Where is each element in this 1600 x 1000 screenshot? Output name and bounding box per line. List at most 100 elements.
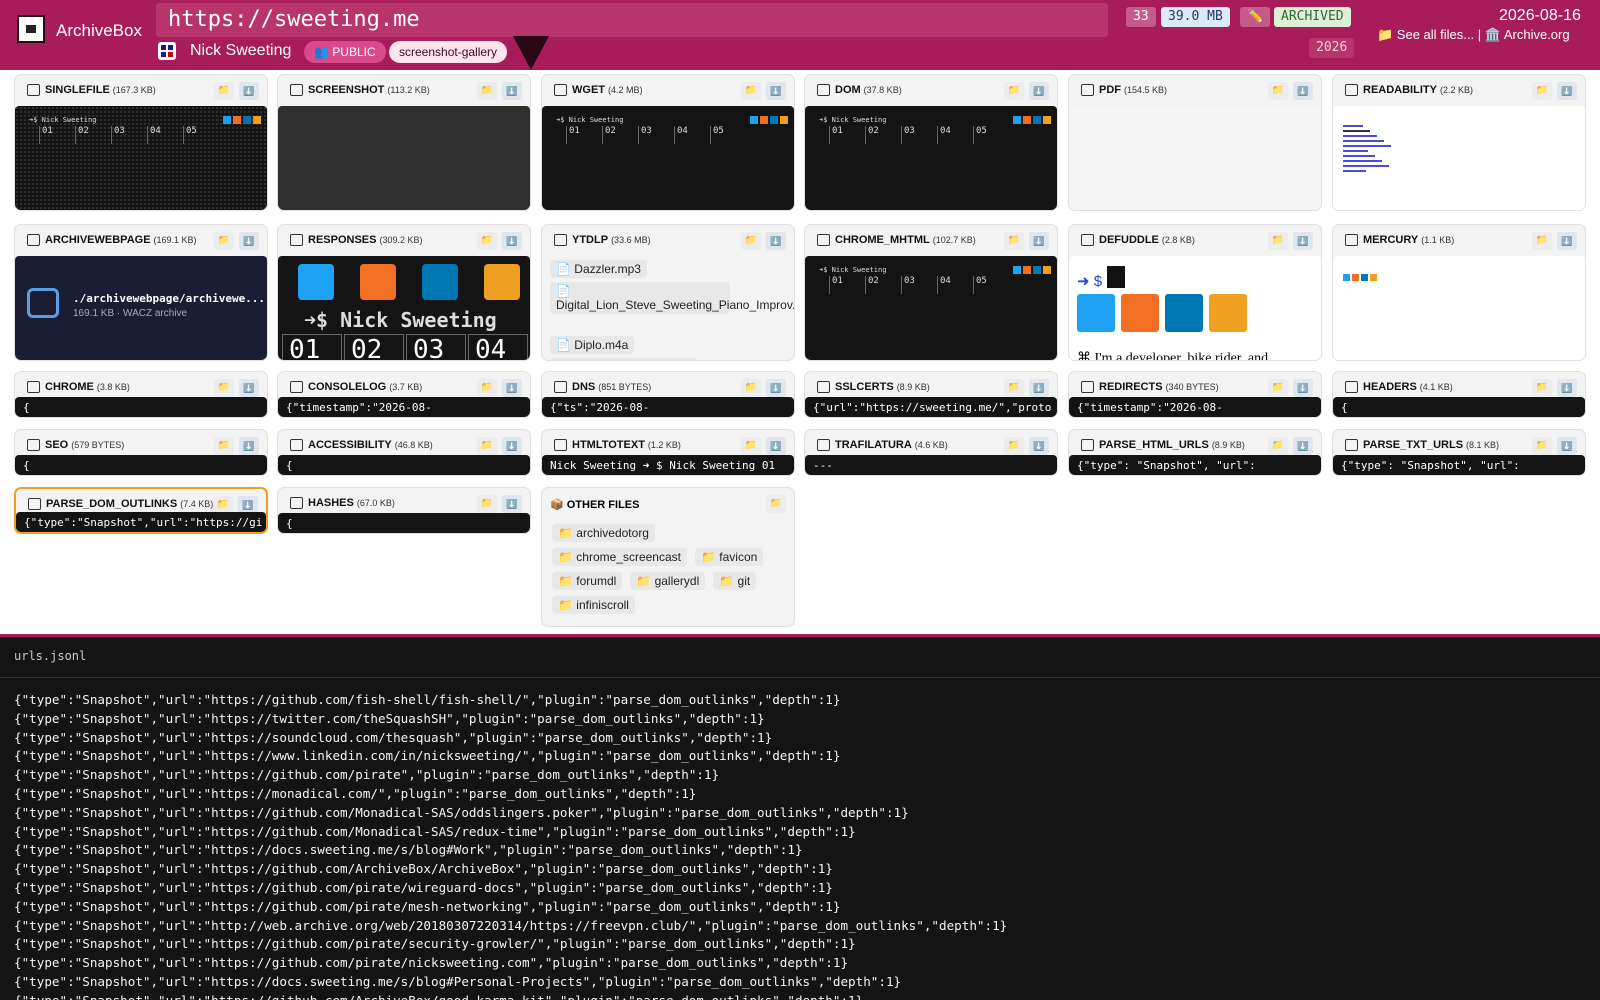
card-archivewebpage[interactable]: ARCHIVEWEBPAGE(169.1 KB) ./archivewebpage… bbox=[14, 224, 268, 361]
download-button[interactable] bbox=[502, 232, 522, 250]
folder-chip[interactable]: 📁 git bbox=[713, 572, 757, 590]
card-wget[interactable]: WGET(4.2 MB) ➜$ Nick Sweeting 01 02 03 04 05 bbox=[541, 74, 795, 211]
viewer-content[interactable]: {"type":"Snapshot","url":"https://github… bbox=[14, 691, 1007, 1000]
terminal-preview[interactable]: { bbox=[15, 455, 267, 475]
card-parse_html_urls[interactable]: PARSE_HTML_URLS(8.9 KB) {"type": "Snapsho… bbox=[1068, 429, 1322, 476]
card-parse_dom_outlinks[interactable]: PARSE_DOM_OUTLINKS(7.4 KB) {"type":"Snaps… bbox=[14, 487, 268, 534]
card-chrome[interactable]: CHROME(3.8 KB) { bbox=[14, 371, 268, 418]
open-folder-button[interactable] bbox=[477, 437, 497, 455]
brand-name[interactable]: ArchiveBox bbox=[56, 21, 142, 41]
download-button[interactable] bbox=[1293, 82, 1313, 100]
card-ytdlp[interactable]: YTDLP(33.6 MB) 📄 Dazzler.mp3 📄 Digital_Lio… bbox=[541, 224, 795, 361]
download-button[interactable] bbox=[766, 232, 786, 250]
open-folder-button[interactable] bbox=[1004, 379, 1024, 397]
file-chip[interactable]: 📄 Digital_Lion_Steve_Sweeting_Piano_Impr… bbox=[550, 282, 794, 314]
terminal-preview[interactable]: {"ts":"2026-08- bbox=[542, 397, 794, 417]
card-dom[interactable]: DOM(37.8 KB) ➜$ Nick Sweeting 01 02 03 04 05 bbox=[804, 74, 1058, 211]
open-folder-button[interactable] bbox=[477, 82, 497, 100]
card-preview[interactable]: ➜$ Nick Sweeting 01 02 03 04 05 bbox=[805, 106, 1057, 210]
terminal-preview[interactable]: { bbox=[15, 397, 267, 417]
card-responses[interactable]: RESPONSES(309.2 KB)➜$ Nick Sweeting01020… bbox=[277, 224, 531, 361]
download-button[interactable] bbox=[502, 495, 522, 513]
card-singlefile[interactable]: SINGLEFILE(167.3 KB) ➜$ Nick Sweeting 01 02… bbox=[14, 74, 268, 211]
terminal-preview[interactable]: {"type": "Snapshot", "url": bbox=[1333, 455, 1585, 475]
card-readability[interactable]: READABILITY (2.2 KB) bbox=[1332, 74, 1586, 211]
folder-chip[interactable]: 📁 gallerydl bbox=[630, 572, 706, 590]
open-folder-button[interactable] bbox=[1004, 82, 1024, 100]
file-chip[interactable]: 📄 Diplo.m4a bbox=[550, 336, 635, 354]
download-button[interactable] bbox=[239, 437, 259, 455]
open-folder-button[interactable] bbox=[1004, 232, 1024, 250]
terminal-preview[interactable]: {"type":"Snapshot","url":"https://gi bbox=[16, 512, 266, 532]
card-preview[interactable]: ➜$ Nick Sweeting 01 02 03 04 05 bbox=[805, 256, 1057, 360]
terminal-preview[interactable]: Nick Sweeting ➜ $ Nick Sweeting 01 bbox=[542, 455, 794, 475]
folder-chip[interactable]: 📁 forumdl bbox=[552, 572, 623, 590]
download-button[interactable] bbox=[1557, 379, 1577, 397]
open-folder-button[interactable] bbox=[741, 379, 761, 397]
card-preview[interactable]: ➜ $ ⌘ I'm a developer, bike rider, and bbox=[1069, 256, 1321, 360]
open-folder-button[interactable] bbox=[1532, 82, 1552, 100]
see-all-files-link[interactable]: 📁 See all files... bbox=[1377, 27, 1474, 42]
card-preview[interactable] bbox=[1333, 106, 1585, 210]
download-button[interactable] bbox=[1029, 379, 1049, 397]
card-seo[interactable]: SEO(579 BYTES) { bbox=[14, 429, 268, 476]
open-folder-button[interactable] bbox=[477, 495, 497, 513]
open-folder-button[interactable] bbox=[477, 232, 497, 250]
download-button[interactable] bbox=[1557, 82, 1577, 100]
card-other-files[interactable]: 📦 OTHER FILES 📁 archivedotorg 📁 chrome_scr… bbox=[541, 487, 795, 627]
download-button[interactable] bbox=[239, 82, 259, 100]
download-button[interactable] bbox=[502, 82, 522, 100]
download-button[interactable] bbox=[1557, 437, 1577, 455]
card-preview[interactable] bbox=[1069, 106, 1321, 210]
card-parse_txt_urls[interactable]: PARSE_TXT_URLS(8.1 KB) {"type": "Snapshot… bbox=[1332, 429, 1586, 476]
card-chrome_mhtml[interactable]: CHROME_MHTML(102.7 KB) ➜$ Nick Sweeting 01… bbox=[804, 224, 1058, 361]
card-preview[interactable]: ➜$ Nick Sweeting 01 02 03 04 05 bbox=[542, 106, 794, 210]
open-folder-button[interactable] bbox=[741, 437, 761, 455]
open-folder-button[interactable] bbox=[1268, 379, 1288, 397]
terminal-preview[interactable]: --- bbox=[805, 455, 1057, 475]
open-folder-button[interactable] bbox=[214, 379, 234, 397]
folder-chip[interactable]: 📁 infiniscroll bbox=[552, 596, 635, 614]
card-screenshot[interactable]: SCREENSHOT (113.2 KB) bbox=[277, 74, 531, 211]
open-folder-button[interactable] bbox=[477, 379, 497, 397]
card-htmltotext[interactable]: HTMLTOTEXT(1.2 KB) Nick Sweeting ➜ $ Nick… bbox=[541, 429, 795, 476]
download-button[interactable] bbox=[239, 379, 259, 397]
public-badge[interactable]: 👥 PUBLIC bbox=[304, 41, 386, 63]
open-folder-button[interactable] bbox=[766, 495, 786, 513]
folder-chip[interactable]: 📁 favicon bbox=[695, 548, 764, 566]
card-pdf[interactable]: PDF (154.5 KB) bbox=[1068, 74, 1322, 211]
card-accessibility[interactable]: ACCESSIBILITY(46.8 KB) { bbox=[277, 429, 531, 476]
open-folder-button[interactable] bbox=[1532, 379, 1552, 397]
terminal-preview[interactable]: { bbox=[278, 455, 530, 475]
file-chip[interactable]: 📄 Gangnam_Down.m4a bbox=[550, 358, 698, 360]
download-button[interactable] bbox=[766, 379, 786, 397]
card-preview[interactable] bbox=[1333, 256, 1585, 360]
terminal-preview[interactable]: { bbox=[278, 513, 530, 533]
card-preview[interactable]: 📄 Dazzler.mp3 📄 Digital_Lion_Steve_Sweeti… bbox=[542, 256, 794, 360]
open-folder-button[interactable] bbox=[214, 437, 234, 455]
download-button[interactable] bbox=[1293, 232, 1313, 250]
open-folder-button[interactable] bbox=[1532, 437, 1552, 455]
download-button[interactable] bbox=[502, 379, 522, 397]
download-button[interactable] bbox=[1293, 379, 1313, 397]
download-button[interactable] bbox=[1029, 232, 1049, 250]
open-folder-button[interactable] bbox=[741, 82, 761, 100]
card-redirects[interactable]: REDIRECTS(340 BYTES) {"timestamp":"2026-0… bbox=[1068, 371, 1322, 418]
download-button[interactable] bbox=[1557, 232, 1577, 250]
open-folder-button[interactable] bbox=[1268, 232, 1288, 250]
card-mercury[interactable]: MERCURY (1.1 KB) bbox=[1332, 224, 1586, 361]
terminal-preview[interactable]: {"type": "Snapshot", "url": bbox=[1069, 455, 1321, 475]
download-button[interactable] bbox=[502, 437, 522, 455]
file-chip[interactable]: 📄 Dazzler.mp3 bbox=[550, 260, 647, 278]
open-folder-button[interactable] bbox=[1268, 82, 1288, 100]
snapshot-url[interactable]: https://sweeting.me bbox=[156, 3, 1108, 37]
card-dns[interactable]: DNS(851 BYTES) {"ts":"2026-08- bbox=[541, 371, 795, 418]
download-button[interactable] bbox=[1029, 82, 1049, 100]
card-consolelog[interactable]: CONSOLELOG(3.7 KB) {"timestamp":"2026-08- bbox=[277, 371, 531, 418]
archive-path[interactable]: ./archivewebpage/archivewe... bbox=[73, 292, 265, 305]
download-button[interactable] bbox=[766, 437, 786, 455]
download-button[interactable] bbox=[239, 232, 259, 250]
archivebox-logo[interactable] bbox=[17, 15, 45, 43]
tag-chip[interactable]: screenshot-gallery bbox=[389, 41, 508, 63]
archive-org-link[interactable]: 🏛️ Archive.org bbox=[1485, 27, 1570, 42]
